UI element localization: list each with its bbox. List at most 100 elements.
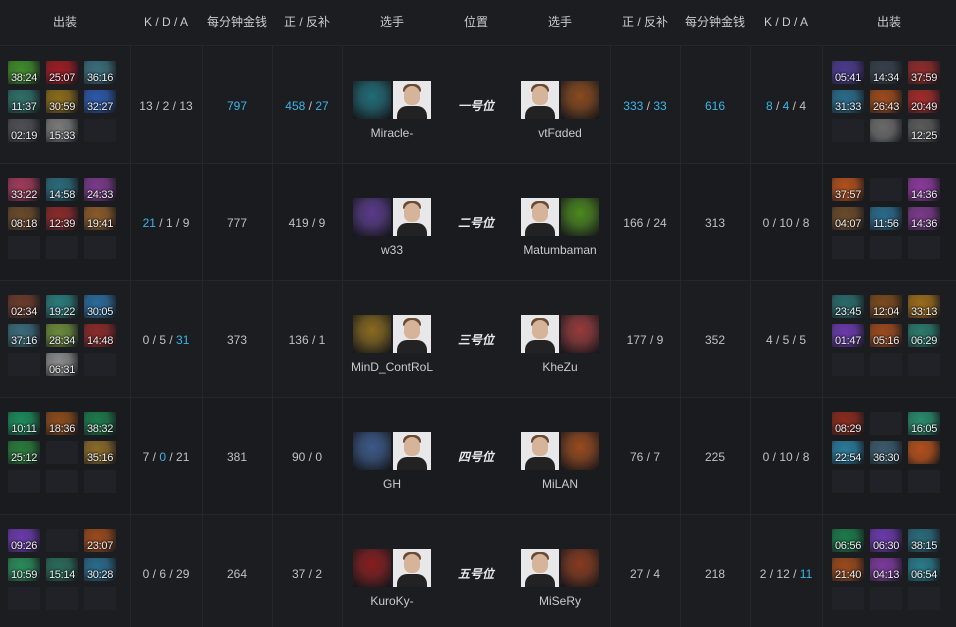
- hero-portrait[interactable]: [561, 198, 599, 236]
- item-icon[interactable]: 19:41: [84, 207, 116, 230]
- item-icon[interactable]: 28:34: [46, 324, 78, 347]
- item-icon[interactable]: 33:22: [8, 178, 40, 201]
- denies-value: 1: [318, 332, 326, 347]
- right-gpm: 616: [680, 47, 750, 164]
- hero-portrait[interactable]: [353, 198, 391, 236]
- left-kda: 21 / 1 / 9: [130, 164, 202, 281]
- item-icon[interactable]: 37:16: [8, 324, 40, 347]
- item-icon[interactable]: 06:54: [908, 558, 940, 581]
- table-row: 09:26 23:07 10:59 15:14 30:28 0 / 6 / 29 264 37…: [0, 515, 956, 627]
- player-photo-art: [521, 315, 559, 353]
- item-icon[interactable]: 18:36: [46, 412, 78, 435]
- item-icon[interactable]: 35:16: [84, 441, 116, 464]
- gpm-value: 777: [226, 215, 248, 230]
- item-icon[interactable]: 30:28: [84, 558, 116, 581]
- player-photo[interactable]: [521, 81, 559, 119]
- right-player-name[interactable]: KheZu: [505, 360, 615, 374]
- item-icon[interactable]: 15:14: [46, 558, 78, 581]
- item-icon[interactable]: 14:36: [908, 207, 940, 230]
- item-icon[interactable]: 21:40: [832, 558, 864, 581]
- item-icon[interactable]: 36:16: [84, 61, 116, 84]
- player-photo-art: [393, 81, 431, 119]
- item-icon[interactable]: 06:29: [908, 324, 940, 347]
- player-photo[interactable]: [393, 81, 431, 119]
- left-player-name[interactable]: w33: [337, 243, 447, 257]
- right-player-name[interactable]: MiSeRy: [505, 594, 615, 608]
- right-player-name[interactable]: MiLAN: [505, 477, 615, 491]
- item-icon[interactable]: 05:16: [870, 324, 902, 347]
- item-icon[interactable]: 14:34: [870, 61, 902, 84]
- item-icon[interactable]: 32:27: [84, 90, 116, 113]
- hero-portrait[interactable]: [353, 432, 391, 470]
- item-icon[interactable]: 20:49: [908, 90, 940, 113]
- item-icon[interactable]: 08:29: [832, 412, 864, 435]
- item-icon[interactable]: 38:32: [84, 412, 116, 435]
- hero-portrait[interactable]: [353, 315, 391, 353]
- left-player-name[interactable]: KuroKy-: [337, 594, 447, 608]
- item-icon[interactable]: 14:36: [908, 178, 940, 201]
- item-icon[interactable]: 15:33: [46, 119, 78, 142]
- right-player-name[interactable]: Matumbaman: [505, 243, 615, 257]
- item-icon[interactable]: 12:25: [908, 119, 940, 142]
- hero-portrait[interactable]: [561, 432, 599, 470]
- item-icon[interactable]: 14:58: [46, 178, 78, 201]
- item-icon[interactable]: 09:26: [8, 529, 40, 552]
- item-icon[interactable]: 10:59: [8, 558, 40, 581]
- hero-portrait[interactable]: [561, 81, 599, 119]
- item-icon[interactable]: 37:59: [908, 61, 940, 84]
- player-photo[interactable]: [521, 198, 559, 236]
- item-icon[interactable]: 08:18: [8, 207, 40, 230]
- item-icon[interactable]: 25:07: [46, 61, 78, 84]
- item-icon[interactable]: 38:24: [8, 61, 40, 84]
- item-icon[interactable]: 31:33: [832, 90, 864, 113]
- player-photo[interactable]: [393, 432, 431, 470]
- hero-portrait[interactable]: [561, 549, 599, 587]
- item-icon[interactable]: 26:43: [870, 90, 902, 113]
- player-photo[interactable]: [521, 549, 559, 587]
- item-icon[interactable]: 06:30: [870, 529, 902, 552]
- item-icon[interactable]: 12:39: [46, 207, 78, 230]
- separator: /: [305, 566, 316, 581]
- item-icon[interactable]: 04:07: [832, 207, 864, 230]
- item-icon[interactable]: 11:56: [870, 207, 902, 230]
- item-icon[interactable]: [870, 119, 902, 142]
- item-icon[interactable]: 12:04: [870, 295, 902, 318]
- item-icon[interactable]: 11:37: [8, 90, 40, 113]
- hero-portrait[interactable]: [561, 315, 599, 353]
- item-icon[interactable]: 02:19: [8, 119, 40, 142]
- left-player-name[interactable]: MinD_ContRoL: [337, 360, 447, 374]
- item-icon[interactable]: 01:47: [832, 324, 864, 347]
- item-icon[interactable]: 06:56: [832, 529, 864, 552]
- item-icon[interactable]: 23:07: [84, 529, 116, 552]
- hero-portrait[interactable]: [353, 81, 391, 119]
- left-player-name[interactable]: GH: [337, 477, 447, 491]
- item-icon[interactable]: 05:41: [832, 61, 864, 84]
- item-icon[interactable]: [908, 441, 940, 464]
- item-icon[interactable]: 02:34: [8, 295, 40, 318]
- item-icon[interactable]: 04:13: [870, 558, 902, 581]
- player-photo[interactable]: [393, 315, 431, 353]
- item-icon[interactable]: 25:12: [8, 441, 40, 464]
- item-icon[interactable]: 30:59: [46, 90, 78, 113]
- item-icon[interactable]: 19:22: [46, 295, 78, 318]
- left-player-name[interactable]: Miracle-: [337, 126, 447, 140]
- hero-portrait[interactable]: [353, 549, 391, 587]
- right-player-name[interactable]: vtFαded: [505, 126, 615, 140]
- item-icon[interactable]: 10:11: [8, 412, 40, 435]
- item-icon[interactable]: 22:54: [832, 441, 864, 464]
- item-purchase-time: 11:37: [11, 101, 37, 113]
- player-photo[interactable]: [521, 315, 559, 353]
- item-icon[interactable]: 06:31: [46, 353, 78, 376]
- player-photo[interactable]: [393, 198, 431, 236]
- player-photo[interactable]: [521, 432, 559, 470]
- item-icon[interactable]: 38:15: [908, 529, 940, 552]
- item-icon[interactable]: 33:13: [908, 295, 940, 318]
- item-icon[interactable]: 36:30: [870, 441, 902, 464]
- item-icon[interactable]: 37:57: [832, 178, 864, 201]
- player-photo[interactable]: [393, 549, 431, 587]
- item-icon[interactable]: 16:05: [908, 412, 940, 435]
- item-icon[interactable]: 14:48: [84, 324, 116, 347]
- item-icon[interactable]: 23:45: [832, 295, 864, 318]
- item-icon[interactable]: 24:33: [84, 178, 116, 201]
- item-icon[interactable]: 30:05: [84, 295, 116, 318]
